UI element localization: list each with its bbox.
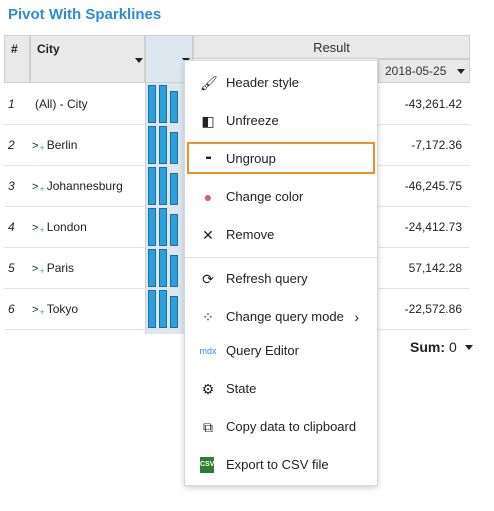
menu-item-label: Header style bbox=[226, 75, 299, 90]
menu-item-query-editor[interactable]: mdx Query Editor bbox=[185, 335, 377, 367]
refresh-icon: ⟳ bbox=[202, 271, 214, 287]
submenu-chevron-icon: › bbox=[354, 309, 359, 325]
result-value: -22,572.86 bbox=[404, 302, 462, 316]
city-label: Johannesburg bbox=[46, 179, 123, 193]
paint-brush-icon: 🖌 bbox=[200, 75, 218, 91]
city-cell[interactable]: >+ Berlin bbox=[32, 138, 77, 153]
menu-separator bbox=[185, 257, 377, 258]
plus-icon[interactable]: + bbox=[39, 143, 44, 153]
expand-icon[interactable]: > bbox=[32, 304, 38, 316]
menu-item-remove[interactable]: ✕ Remove bbox=[185, 219, 377, 251]
close-icon: ✕ bbox=[202, 227, 214, 243]
menu-item-label: Export to CSV file bbox=[226, 457, 329, 472]
row-number: 1 bbox=[8, 97, 15, 111]
header-date[interactable]: 2018-05-25 bbox=[378, 59, 470, 83]
gear-icon: ⚙ bbox=[201, 381, 215, 397]
result-value: -24,412.73 bbox=[404, 220, 462, 234]
menu-item-label: Unfreeze bbox=[226, 113, 279, 128]
city-cell[interactable]: >+ London bbox=[32, 220, 87, 235]
menu-item-change-color[interactable]: ● Change color bbox=[185, 181, 377, 213]
sum-summary[interactable]: Sum: 0 bbox=[410, 339, 473, 355]
row-number: 4 bbox=[8, 220, 15, 234]
result-value: -46,245.75 bbox=[404, 179, 462, 193]
header-num-label: # bbox=[11, 42, 18, 56]
menu-item-change-query-mode[interactable]: ⁘ Change query mode › bbox=[185, 301, 377, 333]
row-number: 6 bbox=[8, 302, 15, 316]
city-cell[interactable]: >+ Tokyo bbox=[32, 302, 78, 317]
row-number: 2 bbox=[8, 138, 15, 152]
plus-icon[interactable]: + bbox=[39, 225, 44, 235]
header-city-label: City bbox=[37, 42, 60, 56]
menu-item-label: Change query mode bbox=[226, 309, 344, 324]
city-label: London bbox=[46, 220, 87, 234]
menu-item-highlight bbox=[187, 142, 375, 174]
header-result: Result bbox=[193, 35, 470, 59]
row-number: 5 bbox=[8, 261, 15, 275]
plus-icon[interactable]: + bbox=[39, 307, 44, 317]
color-circles-icon: ● bbox=[203, 189, 213, 205]
city-label: (All) - City bbox=[35, 97, 88, 111]
city-cell[interactable]: >+ Johannesburg bbox=[32, 179, 123, 194]
menu-item-label: Copy data to clipboard bbox=[226, 419, 357, 434]
city-cell[interactable]: >+ Paris bbox=[32, 261, 74, 276]
row-number: 3 bbox=[8, 179, 15, 193]
city-label: Tokyo bbox=[46, 302, 79, 316]
menu-item-label: Remove bbox=[226, 227, 275, 242]
sum-value: 0 bbox=[449, 339, 457, 355]
menu-item-export-to-csv-file[interactable]: CSV Export to CSV file bbox=[185, 449, 377, 481]
header-city[interactable]: City bbox=[30, 35, 145, 83]
query-mode-icon: ⁘ bbox=[202, 309, 214, 325]
expand-icon[interactable]: > bbox=[32, 222, 38, 234]
expand-icon[interactable]: > bbox=[32, 140, 38, 152]
city-label: Paris bbox=[46, 261, 75, 275]
expand-icon[interactable]: > bbox=[32, 263, 38, 275]
header-date-label: 2018-05-25 bbox=[385, 64, 447, 78]
chevron-down-icon[interactable] bbox=[135, 58, 143, 63]
menu-item-refresh-query[interactable]: ⟳ Refresh query bbox=[185, 263, 377, 295]
city-label: Berlin bbox=[46, 138, 78, 152]
menu-item-copy-data-to-clipboard[interactable]: ⧉ Copy data to clipboard bbox=[185, 411, 377, 443]
menu-item-label: Query Editor bbox=[226, 343, 299, 358]
csv-file-icon: CSV bbox=[200, 457, 214, 473]
city-cell[interactable]: (All) - City bbox=[32, 97, 88, 112]
sum-label: Sum: bbox=[410, 339, 445, 355]
result-value: -43,261.42 bbox=[404, 97, 462, 111]
plus-icon[interactable]: + bbox=[39, 184, 44, 194]
header-row-number: # bbox=[4, 35, 30, 83]
menu-item-unfreeze[interactable]: ◧ Unfreeze bbox=[185, 105, 377, 137]
menu-item-label: State bbox=[226, 381, 257, 396]
menu-item-label: Change color bbox=[226, 189, 304, 204]
result-value: -7,172.36 bbox=[411, 138, 462, 152]
menu-item-label: Refresh query bbox=[226, 271, 308, 286]
result-value: 57,142.28 bbox=[408, 261, 462, 275]
page-title: Pivot With Sparklines bbox=[8, 6, 162, 23]
menu-item-state[interactable]: ⚙ State bbox=[185, 373, 377, 405]
context-menu: 🖌 Header style ◧ Unfreeze ▪▪ Ungroup ● Change c… bbox=[184, 60, 378, 486]
chevron-down-icon[interactable] bbox=[457, 69, 465, 74]
plus-icon[interactable]: + bbox=[39, 266, 44, 276]
expand-icon[interactable]: > bbox=[32, 181, 38, 193]
chevron-down-icon[interactable] bbox=[464, 345, 473, 350]
unfreeze-icon: ◧ bbox=[201, 113, 215, 129]
copy-icon: ⧉ bbox=[203, 419, 213, 435]
menu-item-header-style[interactable]: 🖌 Header style bbox=[185, 67, 377, 99]
mdx-icon: mdx bbox=[199, 346, 217, 356]
